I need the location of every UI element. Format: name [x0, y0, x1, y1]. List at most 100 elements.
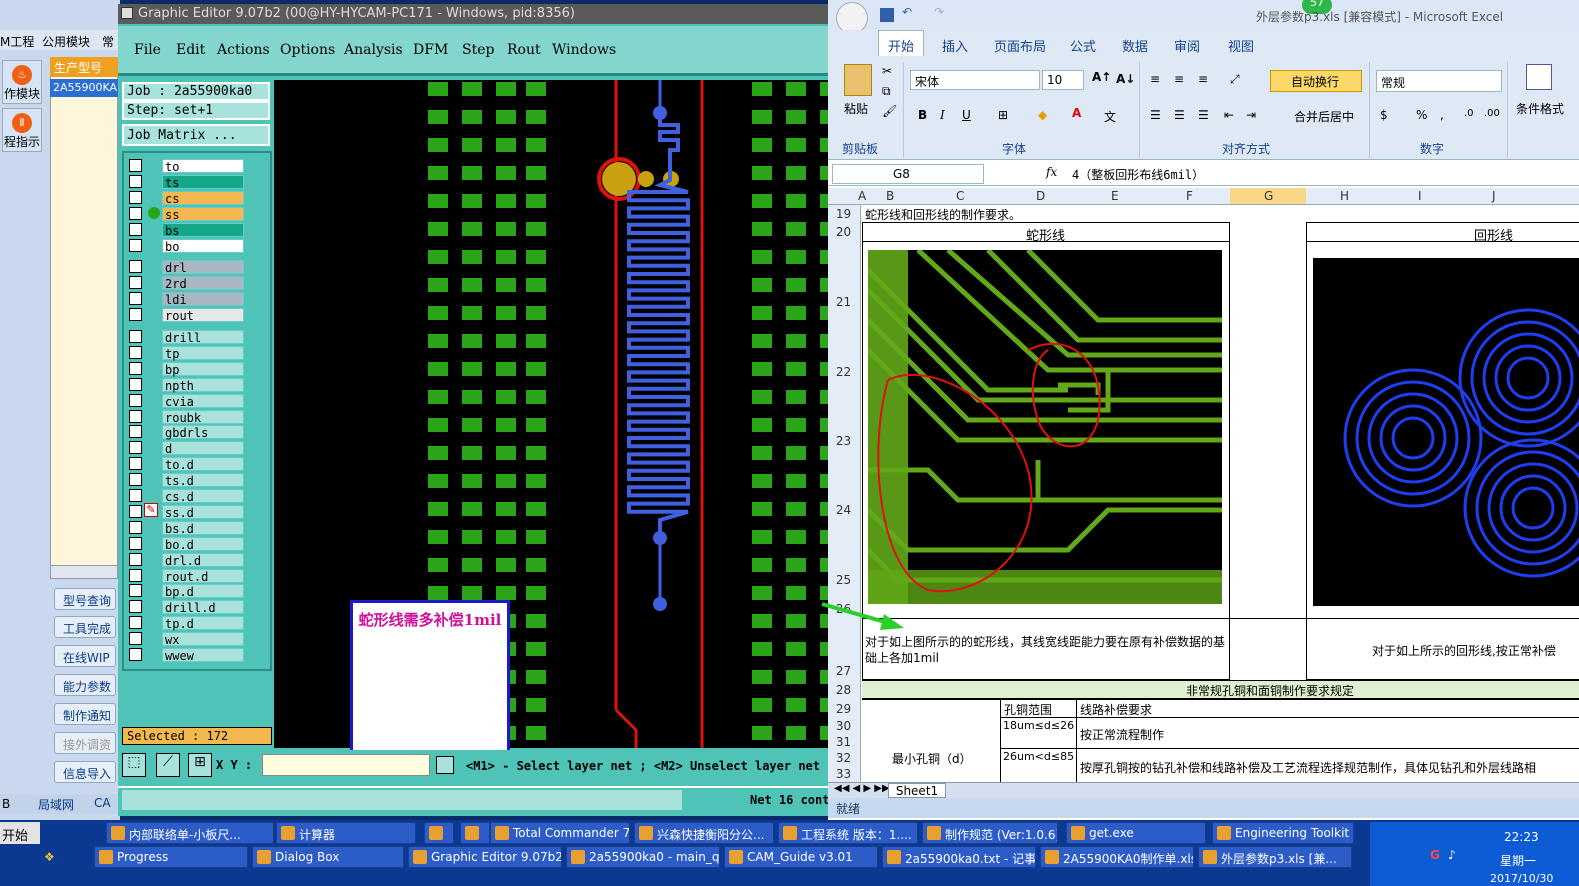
- menu-rout[interactable]: Rout: [507, 42, 541, 58]
- row-header-30[interactable]: 30: [828, 719, 859, 733]
- layer-checkbox[interactable]: [129, 568, 142, 582]
- layer-checkbox[interactable]: [129, 190, 142, 204]
- phonetic-icon[interactable]: 文: [1104, 108, 1116, 125]
- layer-row-to[interactable]: to: [128, 159, 244, 174]
- layer-checkbox[interactable]: [129, 276, 142, 290]
- layer-checkbox[interactable]: [129, 552, 142, 566]
- menu-item-engineering[interactable]: M工程: [0, 33, 34, 50]
- layer-row-wwew[interactable]: wwew: [128, 648, 244, 663]
- layer-name[interactable]: drill: [162, 330, 244, 345]
- layer-row-npth[interactable]: npth: [128, 377, 244, 393]
- conditional-format-icon[interactable]: [1526, 64, 1552, 90]
- layer-row-tp[interactable]: tp: [128, 345, 244, 361]
- format-painter-icon[interactable]: 🖌: [882, 104, 897, 118]
- layer-row-cvia[interactable]: cvia: [128, 393, 244, 409]
- layer-row-bp-d[interactable]: bp.d: [128, 584, 244, 599]
- layer-row-ts[interactable]: ts: [128, 174, 244, 190]
- layer-checkbox[interactable]: [129, 520, 142, 534]
- layer-row-drill-d[interactable]: drill.d: [128, 600, 244, 615]
- conditional-format-button[interactable]: 条件格式: [1516, 100, 1564, 117]
- currency-icon[interactable]: $: [1380, 108, 1388, 122]
- measure-icon[interactable]: ⟋: [156, 753, 180, 777]
- row-header-25[interactable]: 25: [828, 573, 859, 587]
- layer-row-drl[interactable]: drl: [128, 260, 244, 275]
- layer-checkbox[interactable]: [129, 648, 142, 661]
- decrease-decimal-icon[interactable]: .00: [1484, 108, 1500, 119]
- paste-icon[interactable]: [844, 64, 872, 96]
- layer-name[interactable]: 2rd: [162, 276, 244, 291]
- underline-icon[interactable]: U: [962, 108, 971, 122]
- xy-input[interactable]: [262, 754, 430, 776]
- layer-name[interactable]: rout.d: [162, 568, 244, 584]
- layer-name[interactable]: ts.d: [162, 473, 244, 488]
- menu-file[interactable]: File: [134, 42, 161, 58]
- layer-checkbox[interactable]: [129, 409, 142, 423]
- range-1[interactable]: 18um≤d≤26um: [1003, 719, 1075, 733]
- zoom-box-icon[interactable]: ⬚: [122, 753, 146, 777]
- layer-checkbox[interactable]: [129, 174, 142, 188]
- loop-description[interactable]: 对于如上所示的回形线,按正常补偿: [1372, 642, 1556, 659]
- formula-input[interactable]: 4（整板回形布线6mil）: [1072, 166, 1204, 183]
- redo-icon[interactable]: ↷: [934, 5, 944, 19]
- menu-analysis[interactable]: Analysis: [344, 42, 403, 58]
- tray-app-icon[interactable]: G: [1430, 848, 1440, 862]
- tool-complete-button[interactable]: 工具完成: [54, 616, 116, 638]
- align-center-icon[interactable]: ☰: [1174, 108, 1185, 122]
- layer-checkbox[interactable]: [129, 330, 142, 343]
- percent-icon[interactable]: %: [1416, 108, 1427, 122]
- name-box[interactable]: G8: [832, 164, 984, 184]
- tab-home[interactable]: 开始: [888, 36, 914, 55]
- layer-name[interactable]: bo: [162, 238, 244, 254]
- layer-name[interactable]: tp: [162, 345, 244, 361]
- menu-windows[interactable]: Windows: [552, 42, 616, 58]
- copy-icon[interactable]: ⧉: [882, 84, 891, 99]
- layer-name[interactable]: drl.d: [162, 552, 244, 568]
- layer-checkbox[interactable]: [129, 632, 142, 646]
- layer-name[interactable]: ss.d: [162, 504, 244, 520]
- taskbar-button[interactable]: 工程系统 版本：1....: [778, 822, 918, 844]
- layer-row-wx[interactable]: wx: [128, 632, 244, 647]
- snake-description[interactable]: 对于如上图所示的的蛇形线，其线宽线距能力要在原有补偿数据的基础上各加1mil: [865, 634, 1229, 666]
- taskbar-button[interactable]: 2a55900ka0.txt - 记事本: [882, 846, 1036, 868]
- column-header-F[interactable]: F: [1186, 189, 1193, 203]
- layer-checkbox[interactable]: [129, 377, 142, 391]
- row-header-22[interactable]: 22: [828, 365, 859, 379]
- row-header-32[interactable]: 32: [828, 751, 859, 765]
- decrease-indent-icon[interactable]: ⇤: [1224, 108, 1234, 122]
- paste-button[interactable]: 粘贴: [844, 100, 868, 117]
- taskbar-button[interactable]: [460, 822, 490, 844]
- tab-b[interactable]: B: [2, 797, 10, 811]
- layer-name[interactable]: ts: [162, 174, 244, 190]
- work-module-button[interactable]: ♨ 作模块: [2, 60, 42, 104]
- layer-checkbox[interactable]: [129, 238, 142, 252]
- layer-name[interactable]: drl: [162, 260, 244, 275]
- layer-checkbox[interactable]: [129, 361, 142, 375]
- column-header-G[interactable]: G: [1264, 189, 1273, 203]
- windows-logo-icon[interactable]: ❖: [44, 850, 64, 866]
- layer-row-d[interactable]: d: [128, 441, 244, 456]
- increase-indent-icon[interactable]: ⇥: [1246, 108, 1256, 122]
- border-icon[interactable]: ⊞: [998, 108, 1008, 122]
- external-info-button[interactable]: 接外调资: [54, 732, 116, 754]
- layer-checkbox[interactable]: [129, 457, 142, 471]
- taskbar-button[interactable]: Progress: [94, 846, 248, 868]
- layer-name[interactable]: bp.d: [162, 584, 244, 599]
- taskbar-button[interactable]: [424, 822, 454, 844]
- layer-row-cs[interactable]: cs: [128, 190, 244, 206]
- xy-button-icon[interactable]: [436, 756, 454, 774]
- layer-checkbox[interactable]: [129, 222, 142, 236]
- model-query-button[interactable]: 型号查询: [54, 588, 116, 610]
- layer-name[interactable]: ss: [162, 206, 244, 222]
- product-value[interactable]: 2A55900KA: [50, 79, 118, 97]
- merge-center-button[interactable]: 合并后居中: [1274, 108, 1354, 125]
- italic-icon[interactable]: I: [940, 108, 945, 122]
- row-header-21[interactable]: 21: [828, 295, 859, 309]
- align-top-icon[interactable]: ≡: [1150, 72, 1160, 86]
- process-guide-button[interactable]: Ⅱ 程指示: [2, 108, 42, 152]
- column-header-B[interactable]: B: [886, 189, 894, 203]
- layer-checkbox[interactable]: [129, 616, 142, 630]
- font-name-select[interactable]: 宋体: [910, 70, 1040, 90]
- row-header-19[interactable]: 19: [828, 207, 859, 221]
- layer-checkbox[interactable]: [129, 308, 142, 322]
- increase-decimal-icon[interactable]: .0: [1464, 108, 1474, 119]
